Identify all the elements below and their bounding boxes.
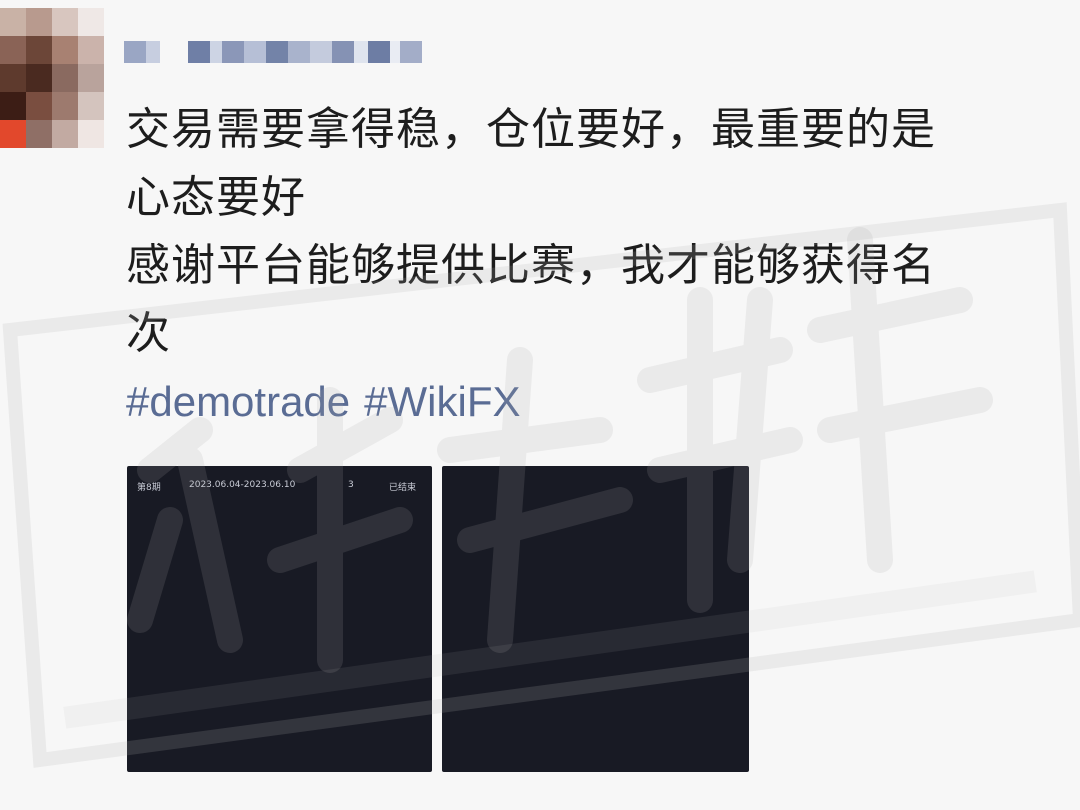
post-line: 心态要好	[126, 172, 306, 223]
post-line: 次	[126, 308, 171, 359]
hashtag-row: #demotrade #WikiFX	[126, 372, 535, 432]
date-range: 2023.06.04-2023.06.10	[189, 480, 296, 490]
username-pixelated[interactable]	[124, 28, 422, 76]
period-label: 第8期	[137, 483, 161, 493]
hashtag-link[interactable]: #WikiFX	[364, 378, 520, 425]
image-thumbnail[interactable]	[442, 466, 749, 772]
user-avatar[interactable]	[0, 8, 104, 148]
post-body: 交易需要拿得稳，仓位要好，最重要的是 心态要好 感谢平台能够提供比赛，我才能够获…	[126, 96, 1080, 368]
post-screenshot: 交易需要拿得稳，仓位要好，最重要的是 心态要好 感谢平台能够提供比赛，我才能够获…	[0, 0, 1080, 810]
rank-value: 3	[348, 480, 354, 490]
hashtag-link[interactable]: #demotrade	[126, 378, 350, 425]
post-line: 交易需要拿得稳，仓位要好，最重要的是	[126, 104, 936, 155]
image-thumbnail[interactable]: 第8期 2023.06.04-2023.06.10 3 已结束	[127, 466, 432, 772]
post-line: 感谢平台能够提供比赛，我才能够获得名	[126, 240, 936, 291]
status-label: 已结束	[389, 483, 417, 493]
